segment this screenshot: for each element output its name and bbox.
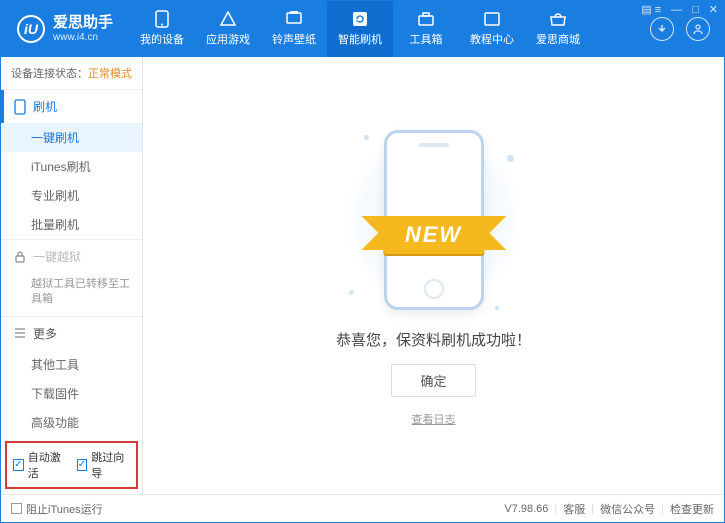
checkbox-label: 自动激活: [28, 449, 67, 481]
success-message: 恭喜您，保资料刷机成功啦！: [336, 329, 531, 350]
checkbox-label: 跳过向导: [91, 449, 130, 481]
nav-toolbox[interactable]: 工具箱: [393, 1, 459, 57]
nav-store[interactable]: 爱思商城: [525, 1, 591, 57]
window-controls: ▤ ≡ — □ ✕: [641, 3, 718, 16]
checkbox-block-itunes[interactable]: 阻止iTunes运行: [11, 501, 103, 517]
music-icon: [284, 11, 304, 27]
new-ribbon: NEW: [383, 216, 484, 254]
section-title: 一键越狱: [33, 248, 81, 265]
section-title: 刷机: [33, 98, 57, 115]
sidebar-sub-itunes-flash[interactable]: iTunes刷机: [1, 152, 142, 181]
body: 设备连接状态：正常模式 刷机 一键刷机 iTunes刷机 专业刷机 批量刷机 一…: [1, 57, 724, 494]
sidebar-section-jailbreak[interactable]: 一键越狱: [1, 240, 142, 273]
nav-apps[interactable]: 应用游戏: [195, 1, 261, 57]
nav-label: 我的设备: [140, 31, 184, 47]
nav-tutorials[interactable]: 教程中心: [459, 1, 525, 57]
minimize-button[interactable]: —: [671, 4, 682, 16]
nav-label: 智能刷机: [338, 31, 382, 47]
status-label: 设备连接状态：: [11, 68, 88, 80]
refresh-icon: [350, 11, 370, 27]
sidebar-section-more[interactable]: 更多: [1, 317, 142, 350]
title-bar: iU 爱思助手 www.i4.cn 我的设备 应用游戏 铃声壁纸 智能刷机: [1, 1, 724, 57]
app-window: ▤ ≡ — □ ✕ iU 爱思助手 www.i4.cn 我的设备 应用游戏 铃声…: [0, 0, 725, 523]
checkbox-icon: [11, 503, 22, 514]
nav-label: 爱思商城: [536, 31, 580, 47]
brand: iU 爱思助手 www.i4.cn: [1, 1, 129, 57]
nav-my-device[interactable]: 我的设备: [129, 1, 195, 57]
store-icon: [548, 11, 568, 27]
connection-status: 设备连接状态：正常模式: [1, 57, 142, 89]
nav-label: 应用游戏: [206, 31, 250, 47]
checkbox-skip-guide[interactable]: ✓ 跳过向导: [77, 449, 131, 481]
jailbreak-note: 越狱工具已转移至工具箱: [1, 273, 142, 316]
brand-title: 爱思助手: [53, 14, 113, 32]
top-nav: 我的设备 应用游戏 铃声壁纸 智能刷机 工具箱 教程中心: [129, 1, 650, 57]
user-icon[interactable]: [686, 17, 710, 41]
version-label: V7.98.66: [504, 503, 548, 515]
download-icon[interactable]: [650, 17, 674, 41]
checkbox-label: 阻止iTunes运行: [26, 501, 103, 517]
view-log-link[interactable]: 查看日志: [412, 411, 456, 427]
close-button[interactable]: ✕: [709, 3, 718, 16]
maximize-button[interactable]: □: [692, 4, 699, 16]
nav-label: 工具箱: [410, 31, 443, 47]
status-bar: 阻止iTunes运行 V7.98.66 | 客服 | 微信公众号 | 检查更新: [1, 494, 724, 522]
sidebar-sub-other-tools[interactable]: 其他工具: [1, 350, 142, 379]
nav-label: 教程中心: [470, 31, 514, 47]
check-update-link[interactable]: 检查更新: [670, 501, 714, 517]
sidebar-sub-pro-flash[interactable]: 专业刷机: [1, 181, 142, 210]
wechat-link[interactable]: 微信公众号: [600, 501, 655, 517]
checkbox-icon: ✓: [13, 459, 24, 471]
checkbox-icon: ✓: [77, 459, 88, 471]
success-illustration: NEW: [344, 125, 524, 315]
lock-icon: [13, 250, 27, 264]
brand-url: www.i4.cn: [53, 32, 113, 44]
brand-logo-icon: iU: [17, 15, 45, 43]
nav-ringtones[interactable]: 铃声壁纸: [261, 1, 327, 57]
ok-button[interactable]: 确定: [391, 364, 475, 397]
checkbox-auto-activate[interactable]: ✓ 自动激活: [13, 449, 67, 481]
support-link[interactable]: 客服: [563, 501, 585, 517]
nav-label: 铃声壁纸: [272, 31, 316, 47]
sidebar-sub-advanced[interactable]: 高级功能: [1, 408, 142, 437]
highlighted-checkbox-area: ✓ 自动激活 ✓ 跳过向导: [5, 441, 138, 489]
sidebar-sub-batch-flash[interactable]: 批量刷机: [1, 210, 142, 239]
book-icon: [482, 11, 502, 27]
toolbox-icon: [416, 11, 436, 27]
sidebar-sub-one-click-flash[interactable]: 一键刷机: [1, 123, 142, 152]
apps-icon: [218, 11, 238, 27]
sidebar: 设备连接状态：正常模式 刷机 一键刷机 iTunes刷机 专业刷机 批量刷机 一…: [1, 57, 143, 494]
menu-icon: [13, 326, 27, 340]
sidebar-sub-download-firmware[interactable]: 下载固件: [1, 379, 142, 408]
main-panel: NEW 恭喜您，保资料刷机成功啦！ 确定 查看日志: [143, 57, 724, 494]
phone-icon: [152, 11, 172, 27]
phone-icon: [13, 100, 27, 114]
nav-smart-flash[interactable]: 智能刷机: [327, 1, 393, 57]
status-value: 正常模式: [88, 68, 132, 80]
menu-button[interactable]: ▤ ≡: [641, 3, 661, 16]
sidebar-section-flash[interactable]: 刷机: [1, 90, 142, 123]
section-title: 更多: [33, 325, 57, 342]
